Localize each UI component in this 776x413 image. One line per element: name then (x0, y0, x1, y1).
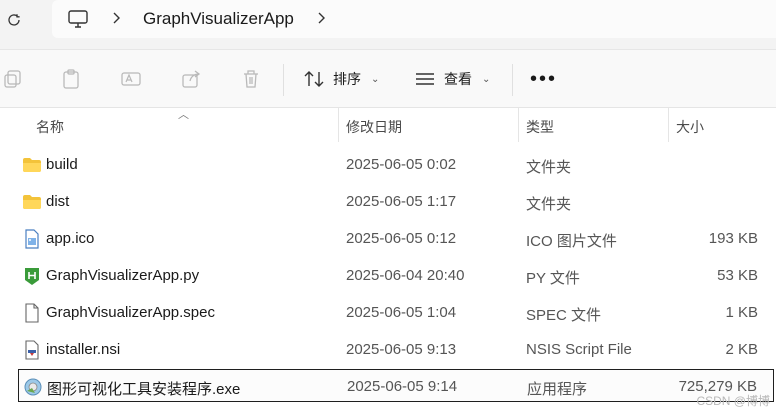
file-type: ICO 图片文件 (526, 233, 617, 250)
watermark: CSDN @博博 (696, 394, 770, 408)
file-type: PY 文件 (526, 270, 580, 287)
view-button[interactable]: 查看 ⌄ (414, 66, 490, 92)
file-name: 图形可视化工具安装程序.exe (47, 381, 241, 398)
delete-icon[interactable] (240, 68, 262, 90)
refresh-button[interactable] (0, 8, 28, 32)
file-type: 文件夹 (526, 159, 572, 176)
blank-file-icon (25, 303, 39, 323)
file-size: 1 KB (725, 304, 758, 321)
command-bar: 排序 ⌄ 查看 ⌄ ••• (0, 50, 776, 108)
file-row-selected[interactable]: 图形可视化工具安装程序.exe 2025-06-05 9:14 应用程序 725… (18, 369, 774, 402)
python-file-icon (25, 268, 39, 285)
file-size: 53 KB (717, 267, 758, 284)
chevron-right-icon[interactable] (317, 11, 327, 25)
installer-exe-icon (24, 378, 42, 396)
file-date: 2025-06-05 9:13 (346, 341, 457, 358)
column-header-name[interactable]: 名称 (36, 117, 64, 137)
column-divider[interactable] (338, 108, 339, 142)
paste-icon[interactable] (60, 68, 82, 90)
sort-button[interactable]: 排序 ⌄ (303, 66, 379, 92)
file-type: NSIS Script File (526, 341, 632, 358)
file-size: 193 KB (708, 230, 758, 247)
view-label: 查看 (444, 71, 472, 87)
chevron-down-icon: ⌄ (371, 73, 380, 85)
file-row[interactable]: installer.nsi 2025-06-05 9:13 NSIS Scrip… (18, 333, 774, 366)
file-row[interactable]: dist 2025-06-05 1:17 文件夹 (18, 185, 774, 218)
file-size: 2 KB (725, 341, 758, 358)
sort-label: 排序 (333, 71, 361, 87)
file-type: SPEC 文件 (526, 307, 602, 324)
column-header-type[interactable]: 类型 (526, 117, 554, 137)
address-bar: GraphVisualizerApp (0, 0, 776, 50)
file-row[interactable]: GraphVisualizerApp.spec 2025-06-05 1:04 … (18, 296, 774, 329)
column-header-date[interactable]: 修改日期 (346, 117, 402, 137)
folder-icon (23, 195, 41, 209)
toolbar-divider (512, 64, 513, 96)
file-name: GraphVisualizerApp.py (46, 267, 200, 284)
copy-icon[interactable] (2, 68, 24, 90)
breadcrumb-folder[interactable]: GraphVisualizerApp (143, 9, 294, 29)
more-options-button[interactable]: ••• (530, 69, 557, 89)
breadcrumb[interactable]: GraphVisualizerApp (52, 0, 776, 38)
file-date: 2025-06-05 1:04 (346, 304, 457, 321)
column-header-row: ︿ 名称 修改日期 类型 大小 (0, 108, 776, 142)
share-icon[interactable] (180, 68, 202, 90)
view-list-icon (416, 73, 434, 85)
sort-icon (304, 71, 324, 87)
column-divider[interactable] (668, 108, 669, 142)
column-header-size[interactable]: 大小 (676, 117, 704, 137)
column-divider[interactable] (518, 108, 519, 142)
file-name: installer.nsi (46, 341, 121, 358)
chevron-right-icon[interactable] (112, 11, 122, 25)
file-row[interactable]: build 2025-06-05 0:02 文件夹 (18, 148, 774, 181)
file-date: 2025-06-05 0:12 (346, 230, 457, 247)
image-file-icon (25, 229, 39, 249)
file-type: 文件夹 (526, 196, 572, 213)
rename-icon[interactable] (120, 68, 142, 90)
file-name: app.ico (46, 230, 95, 247)
file-row[interactable]: app.ico 2025-06-05 0:12 ICO 图片文件 193 KB (18, 222, 774, 255)
toolbar-divider (283, 64, 284, 96)
folder-icon (23, 158, 41, 172)
file-date: 2025-06-05 9:14 (347, 378, 458, 395)
file-date: 2025-06-04 20:40 (346, 267, 465, 284)
file-name: build (46, 156, 78, 173)
chevron-down-icon: ⌄ (482, 73, 491, 85)
file-type: 应用程序 (527, 381, 588, 398)
file-name: dist (46, 193, 70, 210)
file-date: 2025-06-05 0:02 (346, 156, 457, 173)
nsis-file-icon (25, 340, 39, 360)
file-name: GraphVisualizerApp.spec (46, 304, 215, 321)
refresh-icon (8, 14, 20, 26)
sort-ascending-icon: ︿ (178, 109, 189, 121)
file-row[interactable]: GraphVisualizerApp.py 2025-06-04 20:40 P… (18, 259, 774, 292)
file-date: 2025-06-05 1:17 (346, 193, 457, 210)
computer-icon[interactable] (67, 9, 89, 29)
